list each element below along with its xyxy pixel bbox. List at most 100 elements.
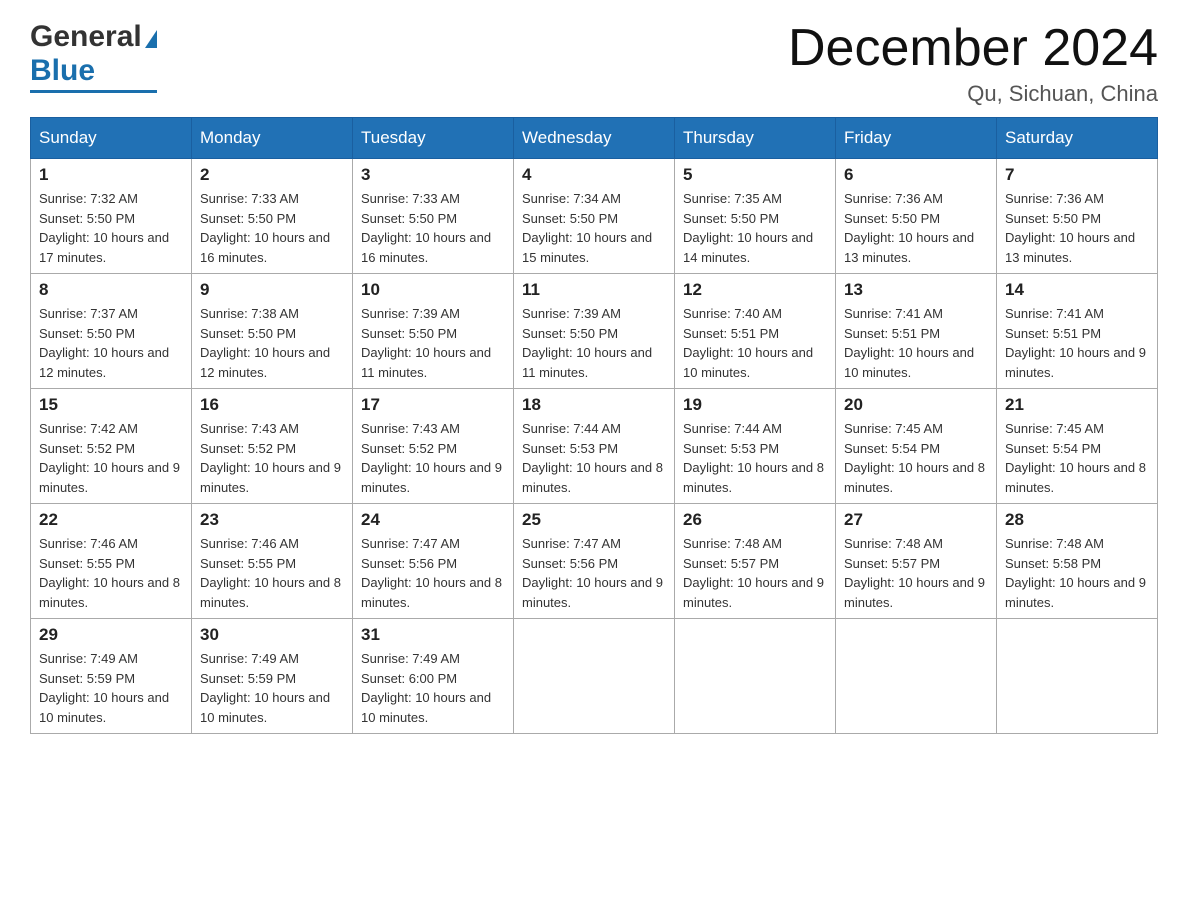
- day-number: 1: [39, 165, 183, 185]
- day-number: 9: [200, 280, 344, 300]
- cell-info: Sunrise: 7:44 AMSunset: 5:53 PMDaylight:…: [683, 421, 824, 495]
- header-monday: Monday: [192, 118, 353, 159]
- day-number: 31: [361, 625, 505, 645]
- title-section: December 2024 Qu, Sichuan, China: [788, 20, 1158, 107]
- week-row-2: 8 Sunrise: 7:37 AMSunset: 5:50 PMDayligh…: [31, 274, 1158, 389]
- calendar-cell: 15 Sunrise: 7:42 AMSunset: 5:52 PMDaylig…: [31, 389, 192, 504]
- calendar-cell: 17 Sunrise: 7:43 AMSunset: 5:52 PMDaylig…: [353, 389, 514, 504]
- day-number: 22: [39, 510, 183, 530]
- day-header-row: Sunday Monday Tuesday Wednesday Thursday…: [31, 118, 1158, 159]
- day-number: 16: [200, 395, 344, 415]
- day-number: 20: [844, 395, 988, 415]
- cell-info: Sunrise: 7:43 AMSunset: 5:52 PMDaylight:…: [200, 421, 341, 495]
- day-number: 14: [1005, 280, 1149, 300]
- day-number: 19: [683, 395, 827, 415]
- calendar-header: Sunday Monday Tuesday Wednesday Thursday…: [31, 118, 1158, 159]
- cell-info: Sunrise: 7:38 AMSunset: 5:50 PMDaylight:…: [200, 306, 330, 380]
- day-number: 5: [683, 165, 827, 185]
- calendar-cell: 29 Sunrise: 7:49 AMSunset: 5:59 PMDaylig…: [31, 619, 192, 734]
- day-number: 13: [844, 280, 988, 300]
- cell-info: Sunrise: 7:40 AMSunset: 5:51 PMDaylight:…: [683, 306, 813, 380]
- cell-info: Sunrise: 7:48 AMSunset: 5:57 PMDaylight:…: [683, 536, 824, 610]
- cell-info: Sunrise: 7:32 AMSunset: 5:50 PMDaylight:…: [39, 191, 169, 265]
- day-number: 17: [361, 395, 505, 415]
- calendar-cell: 31 Sunrise: 7:49 AMSunset: 6:00 PMDaylig…: [353, 619, 514, 734]
- week-row-4: 22 Sunrise: 7:46 AMSunset: 5:55 PMDaylig…: [31, 504, 1158, 619]
- calendar-cell: 3 Sunrise: 7:33 AMSunset: 5:50 PMDayligh…: [353, 159, 514, 274]
- cell-info: Sunrise: 7:48 AMSunset: 5:58 PMDaylight:…: [1005, 536, 1146, 610]
- calendar-cell: 1 Sunrise: 7:32 AMSunset: 5:50 PMDayligh…: [31, 159, 192, 274]
- calendar-cell: 24 Sunrise: 7:47 AMSunset: 5:56 PMDaylig…: [353, 504, 514, 619]
- calendar-cell: 8 Sunrise: 7:37 AMSunset: 5:50 PMDayligh…: [31, 274, 192, 389]
- day-number: 21: [1005, 395, 1149, 415]
- day-number: 2: [200, 165, 344, 185]
- day-number: 26: [683, 510, 827, 530]
- day-number: 12: [683, 280, 827, 300]
- cell-info: Sunrise: 7:49 AMSunset: 5:59 PMDaylight:…: [39, 651, 169, 725]
- day-number: 24: [361, 510, 505, 530]
- calendar-cell: 28 Sunrise: 7:48 AMSunset: 5:58 PMDaylig…: [997, 504, 1158, 619]
- cell-info: Sunrise: 7:46 AMSunset: 5:55 PMDaylight:…: [200, 536, 341, 610]
- cell-info: Sunrise: 7:45 AMSunset: 5:54 PMDaylight:…: [844, 421, 985, 495]
- calendar-body: 1 Sunrise: 7:32 AMSunset: 5:50 PMDayligh…: [31, 159, 1158, 734]
- calendar-cell: 11 Sunrise: 7:39 AMSunset: 5:50 PMDaylig…: [514, 274, 675, 389]
- calendar-cell: 25 Sunrise: 7:47 AMSunset: 5:56 PMDaylig…: [514, 504, 675, 619]
- cell-info: Sunrise: 7:41 AMSunset: 5:51 PMDaylight:…: [844, 306, 974, 380]
- cell-info: Sunrise: 7:48 AMSunset: 5:57 PMDaylight:…: [844, 536, 985, 610]
- cell-info: Sunrise: 7:47 AMSunset: 5:56 PMDaylight:…: [361, 536, 502, 610]
- calendar-cell: [997, 619, 1158, 734]
- cell-info: Sunrise: 7:39 AMSunset: 5:50 PMDaylight:…: [522, 306, 652, 380]
- calendar-cell: 2 Sunrise: 7:33 AMSunset: 5:50 PMDayligh…: [192, 159, 353, 274]
- calendar-cell: 14 Sunrise: 7:41 AMSunset: 5:51 PMDaylig…: [997, 274, 1158, 389]
- cell-info: Sunrise: 7:36 AMSunset: 5:50 PMDaylight:…: [1005, 191, 1135, 265]
- page-header: General Blue December 2024 Qu, Sichuan, …: [30, 20, 1158, 107]
- week-row-3: 15 Sunrise: 7:42 AMSunset: 5:52 PMDaylig…: [31, 389, 1158, 504]
- week-row-1: 1 Sunrise: 7:32 AMSunset: 5:50 PMDayligh…: [31, 159, 1158, 274]
- day-number: 3: [361, 165, 505, 185]
- cell-info: Sunrise: 7:37 AMSunset: 5:50 PMDaylight:…: [39, 306, 169, 380]
- cell-info: Sunrise: 7:42 AMSunset: 5:52 PMDaylight:…: [39, 421, 180, 495]
- logo-blue-text: Blue: [30, 54, 95, 88]
- week-row-5: 29 Sunrise: 7:49 AMSunset: 5:59 PMDaylig…: [31, 619, 1158, 734]
- calendar-cell: [836, 619, 997, 734]
- header-sunday: Sunday: [31, 118, 192, 159]
- cell-info: Sunrise: 7:34 AMSunset: 5:50 PMDaylight:…: [522, 191, 652, 265]
- cell-info: Sunrise: 7:46 AMSunset: 5:55 PMDaylight:…: [39, 536, 180, 610]
- calendar-cell: 23 Sunrise: 7:46 AMSunset: 5:55 PMDaylig…: [192, 504, 353, 619]
- day-number: 7: [1005, 165, 1149, 185]
- logo: General Blue: [30, 20, 157, 93]
- logo-general-text: General: [30, 20, 142, 54]
- header-saturday: Saturday: [997, 118, 1158, 159]
- cell-info: Sunrise: 7:45 AMSunset: 5:54 PMDaylight:…: [1005, 421, 1146, 495]
- calendar-cell: 18 Sunrise: 7:44 AMSunset: 5:53 PMDaylig…: [514, 389, 675, 504]
- cell-info: Sunrise: 7:36 AMSunset: 5:50 PMDaylight:…: [844, 191, 974, 265]
- calendar-cell: 6 Sunrise: 7:36 AMSunset: 5:50 PMDayligh…: [836, 159, 997, 274]
- cell-info: Sunrise: 7:44 AMSunset: 5:53 PMDaylight:…: [522, 421, 663, 495]
- cell-info: Sunrise: 7:49 AMSunset: 6:00 PMDaylight:…: [361, 651, 491, 725]
- calendar-cell: 26 Sunrise: 7:48 AMSunset: 5:57 PMDaylig…: [675, 504, 836, 619]
- day-number: 27: [844, 510, 988, 530]
- day-number: 11: [522, 280, 666, 300]
- calendar-cell: [514, 619, 675, 734]
- calendar-cell: 19 Sunrise: 7:44 AMSunset: 5:53 PMDaylig…: [675, 389, 836, 504]
- header-thursday: Thursday: [675, 118, 836, 159]
- logo-triangle-icon: [145, 30, 157, 48]
- cell-info: Sunrise: 7:43 AMSunset: 5:52 PMDaylight:…: [361, 421, 502, 495]
- cell-info: Sunrise: 7:35 AMSunset: 5:50 PMDaylight:…: [683, 191, 813, 265]
- month-title: December 2024: [788, 20, 1158, 77]
- day-number: 8: [39, 280, 183, 300]
- cell-info: Sunrise: 7:39 AMSunset: 5:50 PMDaylight:…: [361, 306, 491, 380]
- calendar-table: Sunday Monday Tuesday Wednesday Thursday…: [30, 117, 1158, 734]
- calendar-cell: 16 Sunrise: 7:43 AMSunset: 5:52 PMDaylig…: [192, 389, 353, 504]
- day-number: 18: [522, 395, 666, 415]
- calendar-cell: [675, 619, 836, 734]
- calendar-cell: 20 Sunrise: 7:45 AMSunset: 5:54 PMDaylig…: [836, 389, 997, 504]
- logo-underline: [30, 90, 157, 93]
- calendar-cell: 22 Sunrise: 7:46 AMSunset: 5:55 PMDaylig…: [31, 504, 192, 619]
- cell-info: Sunrise: 7:49 AMSunset: 5:59 PMDaylight:…: [200, 651, 330, 725]
- day-number: 29: [39, 625, 183, 645]
- calendar-cell: 30 Sunrise: 7:49 AMSunset: 5:59 PMDaylig…: [192, 619, 353, 734]
- location-title: Qu, Sichuan, China: [788, 81, 1158, 107]
- calendar-cell: 13 Sunrise: 7:41 AMSunset: 5:51 PMDaylig…: [836, 274, 997, 389]
- calendar-cell: 12 Sunrise: 7:40 AMSunset: 5:51 PMDaylig…: [675, 274, 836, 389]
